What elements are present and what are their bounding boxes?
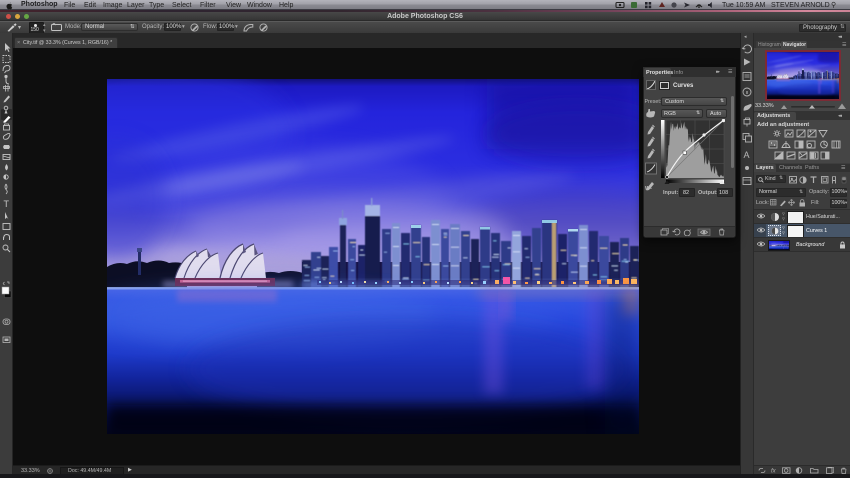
svg-text:fx: fx: [771, 468, 777, 473]
svg-text:A: A: [744, 150, 750, 160]
svg-text:T: T: [4, 199, 10, 209]
